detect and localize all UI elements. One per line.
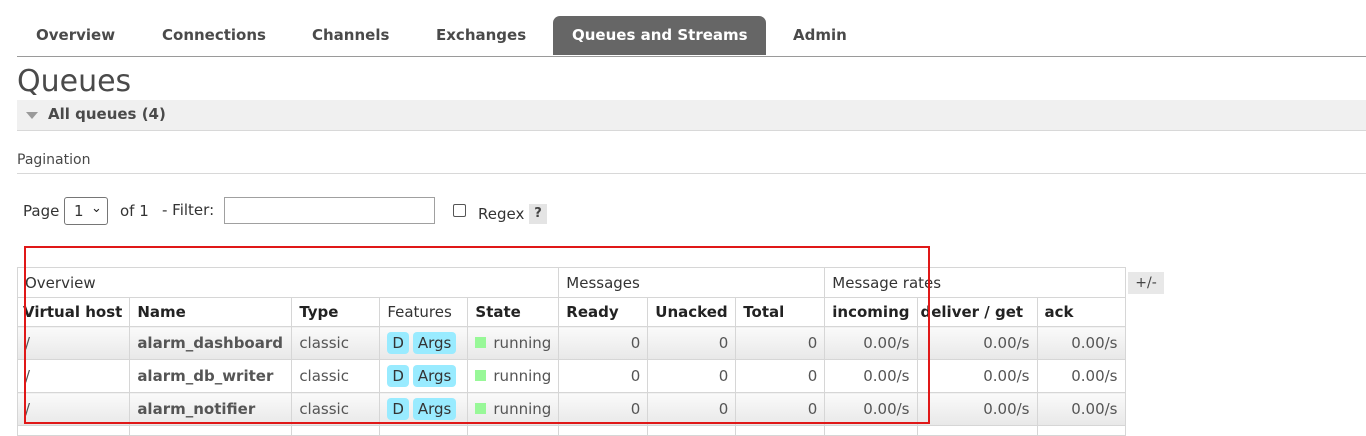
cell-state: running — [467, 392, 560, 426]
col-state[interactable]: State — [467, 297, 560, 327]
cell-incoming: 0.00/s — [824, 392, 918, 426]
filter-label: - Filter: — [162, 201, 215, 219]
all-queues-label: All queues (4) — [48, 105, 166, 123]
all-queues-section-toggle[interactable]: All queues (4) — [17, 100, 1366, 131]
cell-type: classic — [291, 392, 381, 426]
tab-channels[interactable]: Channels — [293, 16, 408, 55]
column-header-row: Virtual host Name Type Features State Re… — [16, 297, 1126, 327]
col-name[interactable]: Name — [129, 297, 293, 327]
state-running-icon — [475, 370, 487, 381]
toggle-columns-button[interactable]: +/- — [1128, 272, 1164, 294]
cell-incoming: 0.00/s — [824, 359, 918, 393]
col-total[interactable]: Total — [735, 297, 826, 327]
cell-unacked: 0 — [647, 359, 737, 393]
cell-ack: 0.00/s — [1036, 359, 1126, 393]
queue-name-link[interactable]: alarm_db_writer — [129, 359, 293, 393]
group-message-rates: Message rates — [824, 267, 1126, 298]
page-title: Queues — [17, 64, 132, 99]
state-label: running — [493, 400, 552, 418]
table-row[interactable]: / alarm_db_writer classic D Args running … — [16, 359, 1126, 393]
cell-vhost: / — [16, 392, 131, 426]
pagination-filter-row: Page 1 ⌄ of 1 - Filter: Regex ? — [23, 196, 623, 226]
page-label: Page — [23, 202, 60, 220]
cell-ready: 0 — [558, 326, 649, 360]
feature-durable-badge: D — [387, 398, 409, 420]
cell-type: classic — [291, 326, 381, 360]
col-features[interactable]: Features — [379, 297, 469, 327]
cell-ready: 0 — [558, 392, 649, 426]
cell-ready: 0 — [558, 359, 649, 393]
feature-durable-badge: D — [387, 332, 409, 354]
cell-unacked: 0 — [647, 326, 737, 360]
group-overview: Overview — [16, 267, 560, 298]
col-virtual-host[interactable]: Virtual host — [16, 297, 131, 327]
cell-incoming: 0.00/s — [824, 326, 918, 360]
cell-ack: 0.00/s — [1036, 392, 1126, 426]
filter-input[interactable] — [224, 197, 435, 224]
cell-features: D Args — [379, 359, 469, 393]
main-nav: Overview Connections Channels Exchanges … — [17, 16, 1366, 57]
cell-deliver-get: 0.00/s — [916, 326, 1038, 360]
cell-features: D Args — [379, 392, 469, 426]
queue-name-link[interactable]: alarm_dashboard — [129, 326, 293, 360]
cell-state: running — [467, 359, 560, 393]
tab-admin[interactable]: Admin — [774, 16, 866, 55]
state-label: running — [493, 367, 552, 385]
cell-unacked: 0 — [647, 392, 737, 426]
feature-args-badge: Args — [412, 332, 457, 354]
col-deliver-get[interactable]: deliver / get — [916, 297, 1038, 327]
pagination-heading: Pagination — [17, 152, 1366, 174]
col-ack[interactable]: ack — [1036, 297, 1126, 327]
tab-overview[interactable]: Overview — [17, 16, 134, 55]
cell-vhost: / — [16, 326, 131, 360]
queues-table: Overview Messages Message rates Virtual … — [16, 267, 1126, 436]
cell-state: running — [467, 326, 560, 360]
regex-label: Regex — [478, 205, 525, 223]
state-running-icon — [475, 403, 487, 414]
table-row[interactable]: / alarm_dashboard classic D Args running … — [16, 326, 1126, 360]
page-count-label: of 1 — [120, 202, 149, 220]
cell-deliver-get: 0.00/s — [916, 392, 1038, 426]
page-select-value: 1 — [74, 202, 84, 220]
col-type[interactable]: Type — [291, 297, 381, 327]
chevron-down-icon: ⌄ — [91, 201, 102, 216]
cell-type: classic — [291, 359, 381, 393]
feature-durable-badge: D — [387, 365, 409, 387]
table-row[interactable]: / alarm_notifier classic D Args running 0… — [16, 392, 1126, 426]
state-label: running — [493, 334, 552, 352]
queue-name-link[interactable]: alarm_notifier — [129, 392, 293, 426]
cell-ack: 0.00/s — [1036, 326, 1126, 360]
feature-args-badge: Args — [412, 365, 457, 387]
regex-checkbox[interactable] — [453, 204, 466, 217]
col-unacked[interactable]: Unacked — [647, 297, 737, 327]
collapse-triangle-icon — [26, 112, 38, 119]
state-running-icon — [475, 337, 487, 348]
group-messages: Messages — [558, 267, 826, 298]
tab-queues-and-streams[interactable]: Queues and Streams — [553, 16, 766, 55]
tab-exchanges[interactable]: Exchanges — [417, 16, 545, 55]
cell-vhost: / — [16, 359, 131, 393]
cell-deliver-get: 0.00/s — [916, 359, 1038, 393]
cell-features: D Args — [379, 326, 469, 360]
feature-args-badge: Args — [412, 398, 457, 420]
regex-help-button[interactable]: ? — [529, 204, 547, 224]
cell-total: 0 — [735, 392, 826, 426]
page-select[interactable]: 1 ⌄ — [64, 197, 108, 225]
col-ready[interactable]: Ready — [558, 297, 649, 327]
cell-total: 0 — [735, 359, 826, 393]
cell-total: 0 — [735, 326, 826, 360]
col-incoming[interactable]: incoming — [824, 297, 918, 327]
tab-connections[interactable]: Connections — [143, 16, 285, 55]
column-group-header-row: Overview Messages Message rates — [16, 267, 1126, 298]
